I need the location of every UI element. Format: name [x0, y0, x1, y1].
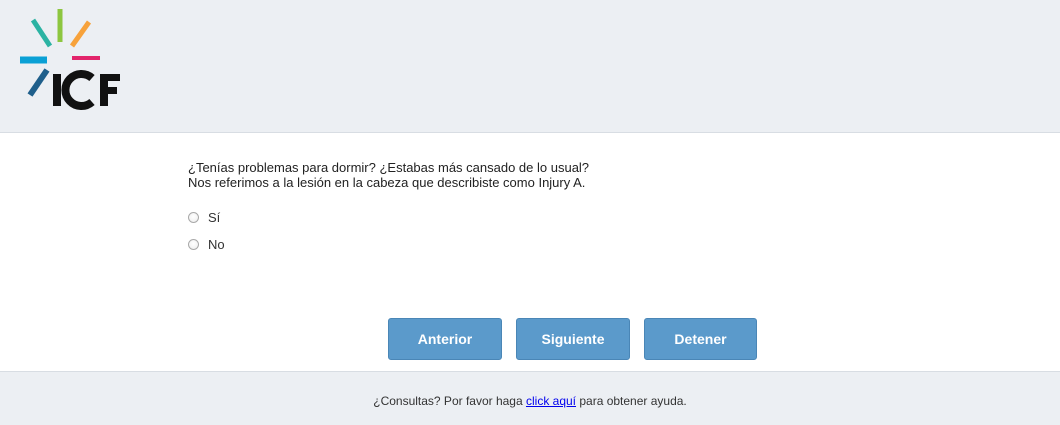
help-text-suffix: para obtener ayuda. — [576, 394, 687, 408]
question-text: ¿Tenías problemas para dormir? ¿Estabas … — [188, 160, 589, 190]
stop-button[interactable]: Detener — [644, 318, 757, 360]
previous-button[interactable]: Anterior — [388, 318, 502, 360]
icf-logo — [18, 8, 128, 113]
next-button[interactable]: Siguiente — [516, 318, 630, 360]
option-no[interactable]: No — [188, 235, 225, 253]
survey-content: ¿Tenías problemas para dormir? ¿Estabas … — [0, 133, 1060, 371]
option-label-si: Sí — [208, 209, 221, 225]
header — [0, 0, 1060, 133]
help-text: ¿Consultas? Por favor haga click aquí pa… — [0, 394, 1060, 408]
option-label-no: No — [208, 236, 225, 252]
radio-button-no[interactable] — [188, 238, 199, 250]
help-text-prefix: ¿Consultas? Por favor haga — [373, 394, 526, 408]
question-line-2: Nos referimos a la lesión en la cabeza q… — [188, 175, 586, 190]
question-line-1: ¿Tenías problemas para dormir? ¿Estabas … — [188, 160, 590, 175]
footer: ¿Consultas? Por favor haga click aquí pa… — [0, 371, 1060, 425]
help-link[interactable]: click aquí — [526, 394, 576, 408]
option-si[interactable]: Sí — [188, 208, 220, 226]
radio-button-si[interactable] — [188, 211, 199, 223]
